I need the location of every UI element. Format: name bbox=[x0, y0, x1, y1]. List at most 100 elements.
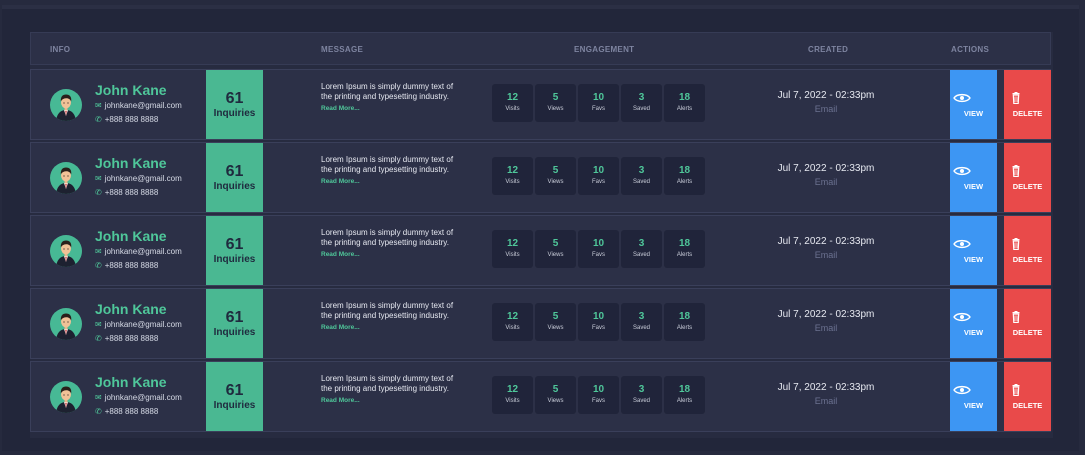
stat-value: 5 bbox=[552, 384, 559, 395]
stat-favs: 10 Favs bbox=[578, 376, 619, 414]
delete-label: DELETE bbox=[1012, 255, 1043, 264]
trash-icon bbox=[1012, 238, 1020, 250]
stat-value: 12 bbox=[506, 92, 519, 103]
delete-button[interactable]: DELETE bbox=[1004, 216, 1051, 285]
stat-value: 18 bbox=[678, 311, 691, 322]
stat-views: 5 Views bbox=[535, 84, 576, 122]
stat-label: Visits bbox=[505, 179, 520, 185]
inquiries-label: Inquiries bbox=[213, 108, 256, 119]
user-avatar-icon bbox=[56, 240, 76, 267]
stat-value: 12 bbox=[506, 311, 519, 322]
customer-name[interactable]: John Kane bbox=[95, 301, 167, 317]
created-source: Email bbox=[814, 250, 838, 260]
message-preview: Lorem Ipsum is simply dummy text of the … bbox=[321, 155, 461, 187]
message-text: Lorem Ipsum is simply dummy text of the … bbox=[321, 228, 454, 247]
view-label: VIEW bbox=[963, 328, 984, 337]
inquiries-label: Inquiries bbox=[213, 254, 256, 265]
customer-email[interactable]: johnkane@gmail.com bbox=[105, 101, 182, 110]
stat-views: 5 Views bbox=[535, 376, 576, 414]
customer-phone[interactable]: +888 888 8888 bbox=[105, 188, 159, 197]
stat-label: Views bbox=[547, 325, 564, 331]
created-source: Email bbox=[814, 323, 838, 333]
stat-visits: 12 Visits bbox=[492, 230, 533, 268]
created-date: Jul 7, 2022 - 02:33pm bbox=[777, 309, 875, 320]
stat-value: 3 bbox=[638, 238, 645, 249]
stat-favs: 10 Favs bbox=[578, 303, 619, 341]
created-date: Jul 7, 2022 - 02:33pm bbox=[777, 236, 875, 247]
view-button[interactable]: VIEW bbox=[950, 362, 997, 431]
view-button[interactable]: VIEW bbox=[950, 70, 997, 139]
customer-email[interactable]: johnkane@gmail.com bbox=[105, 174, 182, 183]
inquiries-count: 61 bbox=[225, 309, 244, 326]
stat-label: Views bbox=[547, 252, 564, 258]
phone-icon: ✆ bbox=[95, 334, 102, 343]
read-more-link[interactable]: Read More... bbox=[321, 396, 461, 406]
customer-name[interactable]: John Kane bbox=[95, 228, 167, 244]
customer-name[interactable]: John Kane bbox=[95, 82, 167, 98]
stat-value: 5 bbox=[552, 165, 559, 176]
customer-name[interactable]: John Kane bbox=[95, 374, 167, 390]
inquiries-count: 61 bbox=[225, 236, 244, 253]
customer-name[interactable]: John Kane bbox=[95, 155, 167, 171]
stat-favs: 10 Favs bbox=[578, 157, 619, 195]
stat-value: 12 bbox=[506, 384, 519, 395]
mail-icon: ✉ bbox=[95, 247, 102, 256]
table-row: John Kane ✉ johnkane@gmail.com ✆ +888 888 … bbox=[30, 288, 1051, 359]
email-line: ✉ johnkane@gmail.com bbox=[95, 174, 182, 183]
customer-email[interactable]: johnkane@gmail.com bbox=[105, 247, 182, 256]
delete-label: DELETE bbox=[1012, 401, 1043, 410]
customer-phone[interactable]: +888 888 8888 bbox=[105, 115, 159, 124]
stat-label: Saved bbox=[632, 252, 650, 258]
message-preview: Lorem Ipsum is simply dummy text of the … bbox=[321, 301, 461, 333]
stat-label: Visits bbox=[505, 398, 520, 404]
created-info: Jul 7, 2022 - 02:33pm Email bbox=[761, 309, 891, 333]
delete-label: DELETE bbox=[1012, 182, 1043, 191]
stat-alerts: 18 Alerts bbox=[664, 230, 705, 268]
customer-email[interactable]: johnkane@gmail.com bbox=[105, 320, 182, 329]
read-more-link[interactable]: Read More... bbox=[321, 323, 461, 333]
stat-label: Saved bbox=[632, 398, 650, 404]
stat-label: Saved bbox=[632, 106, 650, 112]
inquiries-badge: 61 Inquiries bbox=[206, 70, 263, 139]
inquiries-label: Inquiries bbox=[213, 327, 256, 338]
message-preview: Lorem Ipsum is simply dummy text of the … bbox=[321, 228, 461, 260]
stat-label: Views bbox=[547, 106, 564, 112]
customer-email[interactable]: johnkane@gmail.com bbox=[105, 393, 182, 402]
customer-phone[interactable]: +888 888 8888 bbox=[105, 407, 159, 416]
mail-icon: ✉ bbox=[95, 320, 102, 329]
eye-icon bbox=[953, 239, 971, 249]
read-more-link[interactable]: Read More... bbox=[321, 177, 461, 187]
trash-icon bbox=[1012, 92, 1020, 104]
stat-value: 3 bbox=[638, 92, 645, 103]
delete-button[interactable]: DELETE bbox=[1004, 70, 1051, 139]
stat-saved: 3 Saved bbox=[621, 303, 662, 341]
stat-favs: 10 Favs bbox=[578, 230, 619, 268]
avatar bbox=[50, 89, 82, 121]
email-line: ✉ johnkane@gmail.com bbox=[95, 320, 182, 329]
stat-label: Visits bbox=[505, 325, 520, 331]
stat-label: Alerts bbox=[676, 398, 693, 404]
message-preview: Lorem Ipsum is simply dummy text of the … bbox=[321, 82, 461, 114]
stat-visits: 12 Visits bbox=[492, 157, 533, 195]
view-button[interactable]: VIEW bbox=[950, 289, 997, 358]
delete-button[interactable]: DELETE bbox=[1004, 362, 1051, 431]
read-more-link[interactable]: Read More... bbox=[321, 104, 461, 114]
app-frame: INFO MESSAGE ENGAGEMENT CREATED ACTIONS … bbox=[2, 5, 1079, 451]
eye-icon bbox=[953, 166, 971, 176]
view-button[interactable]: VIEW bbox=[950, 216, 997, 285]
stat-value: 18 bbox=[678, 238, 691, 249]
mail-icon: ✉ bbox=[95, 393, 102, 402]
inquiries-table: INFO MESSAGE ENGAGEMENT CREATED ACTIONS … bbox=[30, 32, 1053, 438]
delete-button[interactable]: DELETE bbox=[1004, 143, 1051, 212]
read-more-link[interactable]: Read More... bbox=[321, 250, 461, 260]
customer-phone[interactable]: +888 888 8888 bbox=[105, 261, 159, 270]
delete-button[interactable]: DELETE bbox=[1004, 289, 1051, 358]
stat-label: Alerts bbox=[676, 179, 693, 185]
customer-phone[interactable]: +888 888 8888 bbox=[105, 334, 159, 343]
header-actions: ACTIONS bbox=[951, 45, 990, 54]
inquiries-label: Inquiries bbox=[213, 400, 256, 411]
created-source: Email bbox=[814, 104, 838, 114]
delete-label: DELETE bbox=[1012, 328, 1043, 337]
created-info: Jul 7, 2022 - 02:33pm Email bbox=[761, 90, 891, 114]
view-button[interactable]: VIEW bbox=[950, 143, 997, 212]
